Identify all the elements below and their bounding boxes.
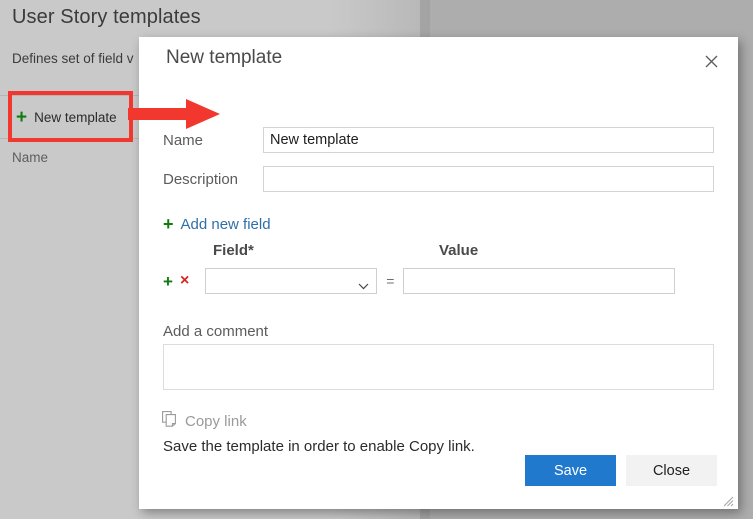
plus-icon: + (163, 214, 174, 234)
name-row: Name (163, 126, 714, 154)
dialog-title: New template (166, 47, 283, 68)
screen: User Story templates Defines set of fiel… (0, 0, 753, 519)
new-template-dialog: New template Name Description + Add new … (139, 37, 738, 509)
column-header-name: Name (12, 150, 49, 165)
equals-sign: = (386, 273, 395, 289)
description-label: Description (163, 170, 239, 188)
name-input[interactable] (263, 127, 714, 153)
close-icon[interactable] (696, 46, 726, 76)
value-input[interactable] (403, 268, 676, 294)
description-input[interactable] (263, 166, 714, 192)
page-subtitle: Defines set of field v (12, 51, 134, 66)
column-header-value: Value (439, 242, 479, 259)
add-new-field-label: Add new field (180, 215, 271, 233)
copy-link-label: Copy link (185, 413, 247, 430)
resize-grip-icon[interactable] (722, 494, 734, 507)
name-label: Name (163, 131, 204, 149)
description-row: Description (163, 165, 714, 193)
comment-textarea[interactable] (163, 344, 714, 390)
page-title: User Story templates (12, 6, 201, 28)
dialog-footer: Save Close (139, 437, 738, 509)
column-header-field: Field* (213, 242, 254, 259)
add-row-icon[interactable]: + (163, 273, 173, 290)
remove-row-icon[interactable]: × (180, 273, 189, 289)
comment-label: Add a comment (163, 323, 269, 340)
close-button[interactable]: Close (626, 455, 717, 486)
save-button[interactable]: Save (525, 455, 616, 486)
dialog-body: Name Description + Add new field Field* … (139, 85, 738, 465)
field-select[interactable] (205, 268, 378, 295)
add-new-field-link[interactable]: + Add new field (163, 215, 271, 233)
chevron-down-icon (358, 277, 369, 295)
copy-icon (162, 411, 177, 432)
table-row: + × = (163, 267, 714, 295)
annotation-arrow-icon (128, 99, 220, 129)
copy-link-button[interactable]: Copy link (162, 411, 247, 432)
annotation-highlight-box (8, 91, 133, 142)
